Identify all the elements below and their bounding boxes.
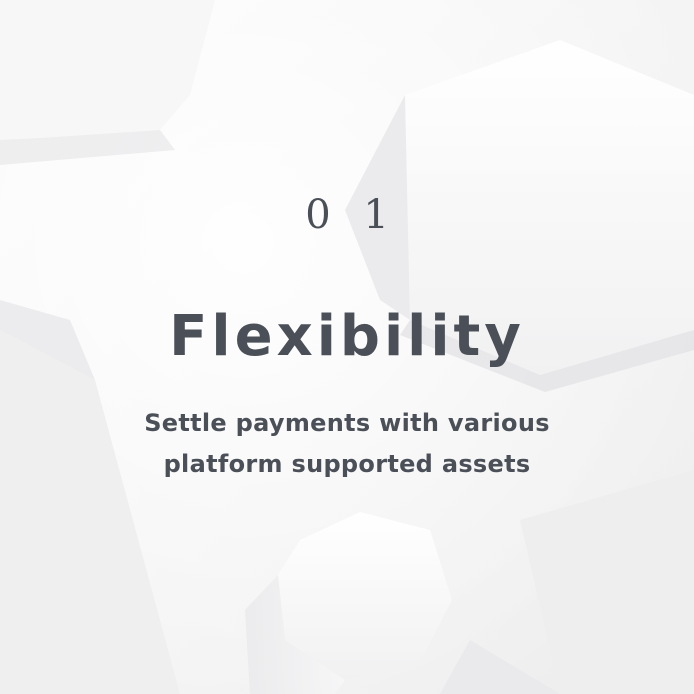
feature-title: Flexibility — [169, 304, 525, 369]
feature-description-line-1: Settle payments with various — [144, 409, 550, 437]
feature-description: Settle payments with various platform su… — [0, 403, 694, 485]
feature-number: 0 1 — [305, 192, 399, 238]
feature-card: 0 1 Flexibility Settle payments with var… — [0, 0, 694, 694]
feature-description-line-2: platform supported assets — [163, 450, 531, 478]
